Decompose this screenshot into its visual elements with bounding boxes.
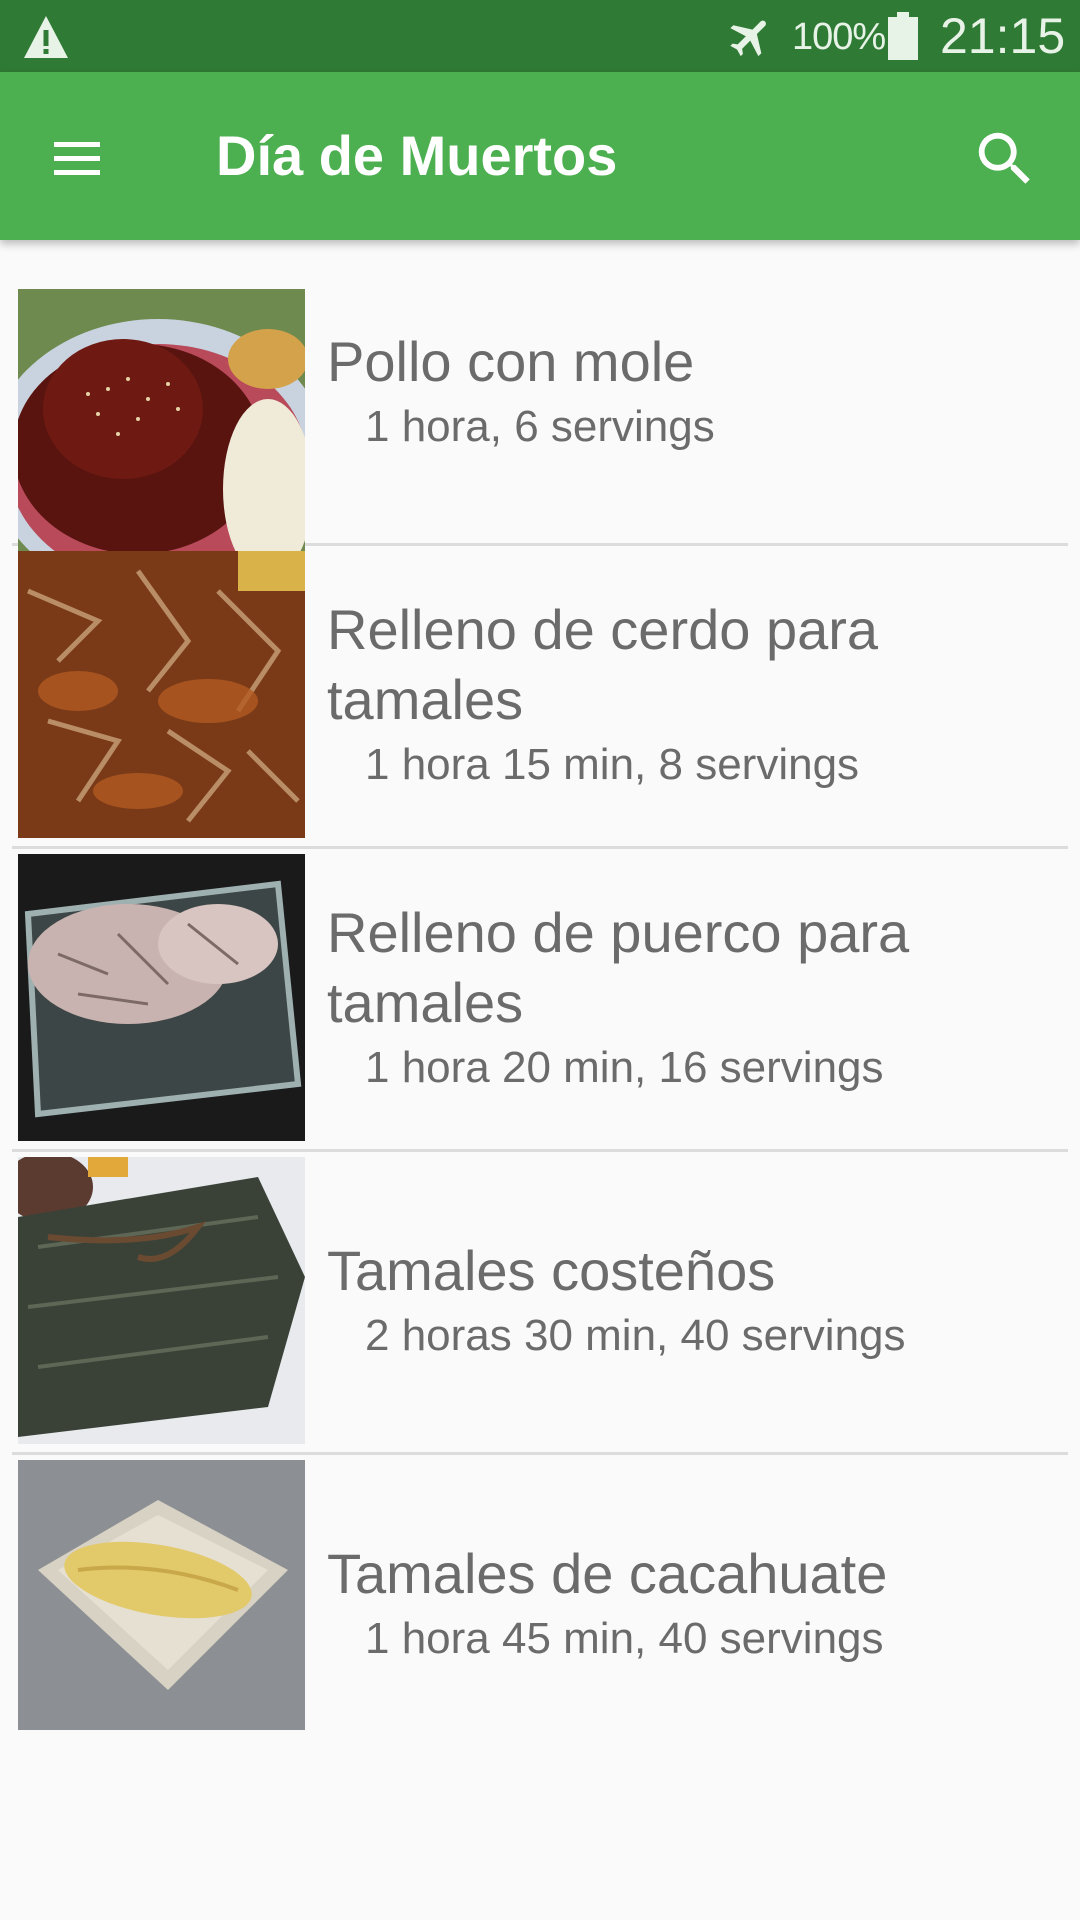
recipe-image[interactable]	[18, 854, 305, 1141]
list-item[interactable]: Relleno de cerdo para tamales 1 hora 15 …	[12, 543, 1068, 849]
recipe-title: Tamales costeños	[327, 1238, 776, 1302]
recipe-image[interactable]	[18, 1460, 305, 1730]
app-bar: Día de Muertos	[0, 72, 1080, 240]
battery-icon	[888, 12, 918, 60]
recipe-meta: 1 hora 45 min, 40 servings	[365, 1613, 884, 1663]
recipe-title: Relleno de puerco para tamales	[327, 900, 910, 1034]
recipe-image[interactable]	[18, 289, 305, 576]
recipe-title: Relleno de cerdo para tamales	[327, 597, 879, 731]
list-item[interactable]: Tamales costeños 2 horas 30 min, 40 serv…	[12, 1149, 1068, 1455]
search-icon[interactable]	[970, 124, 1040, 194]
list-item[interactable]: Pollo con mole 1 hora, 6 servings	[12, 240, 1068, 576]
list-item[interactable]: Relleno de puerco para tamales 1 hora 20…	[12, 846, 1068, 1152]
recipe-meta: 2 horas 30 min, 40 servings	[365, 1310, 906, 1360]
recipe-meta: 1 hora, 6 servings	[365, 401, 715, 451]
recipe-image[interactable]	[18, 551, 305, 838]
status-bar: 100% 21:15	[0, 0, 1080, 72]
airplane-icon	[730, 20, 766, 57]
battery-percent: 100%	[792, 16, 886, 58]
warning-icon	[24, 16, 68, 58]
hamburger-menu-icon[interactable]	[44, 124, 124, 188]
recipe-meta: 1 hora 15 min, 8 servings	[365, 739, 860, 789]
list-item[interactable]: Tamales de cacahuate 1 hora 45 min, 40 s…	[12, 1452, 1068, 1755]
recipe-image[interactable]	[18, 1157, 305, 1444]
recipe-title: Pollo con mole	[327, 329, 695, 393]
recipe-title: Tamales de cacahuate	[327, 1541, 888, 1605]
page-title: Día de Muertos	[216, 124, 618, 187]
recipe-meta: 1 hora 20 min, 16 servings	[365, 1042, 884, 1092]
clock: 21:15	[940, 8, 1066, 64]
